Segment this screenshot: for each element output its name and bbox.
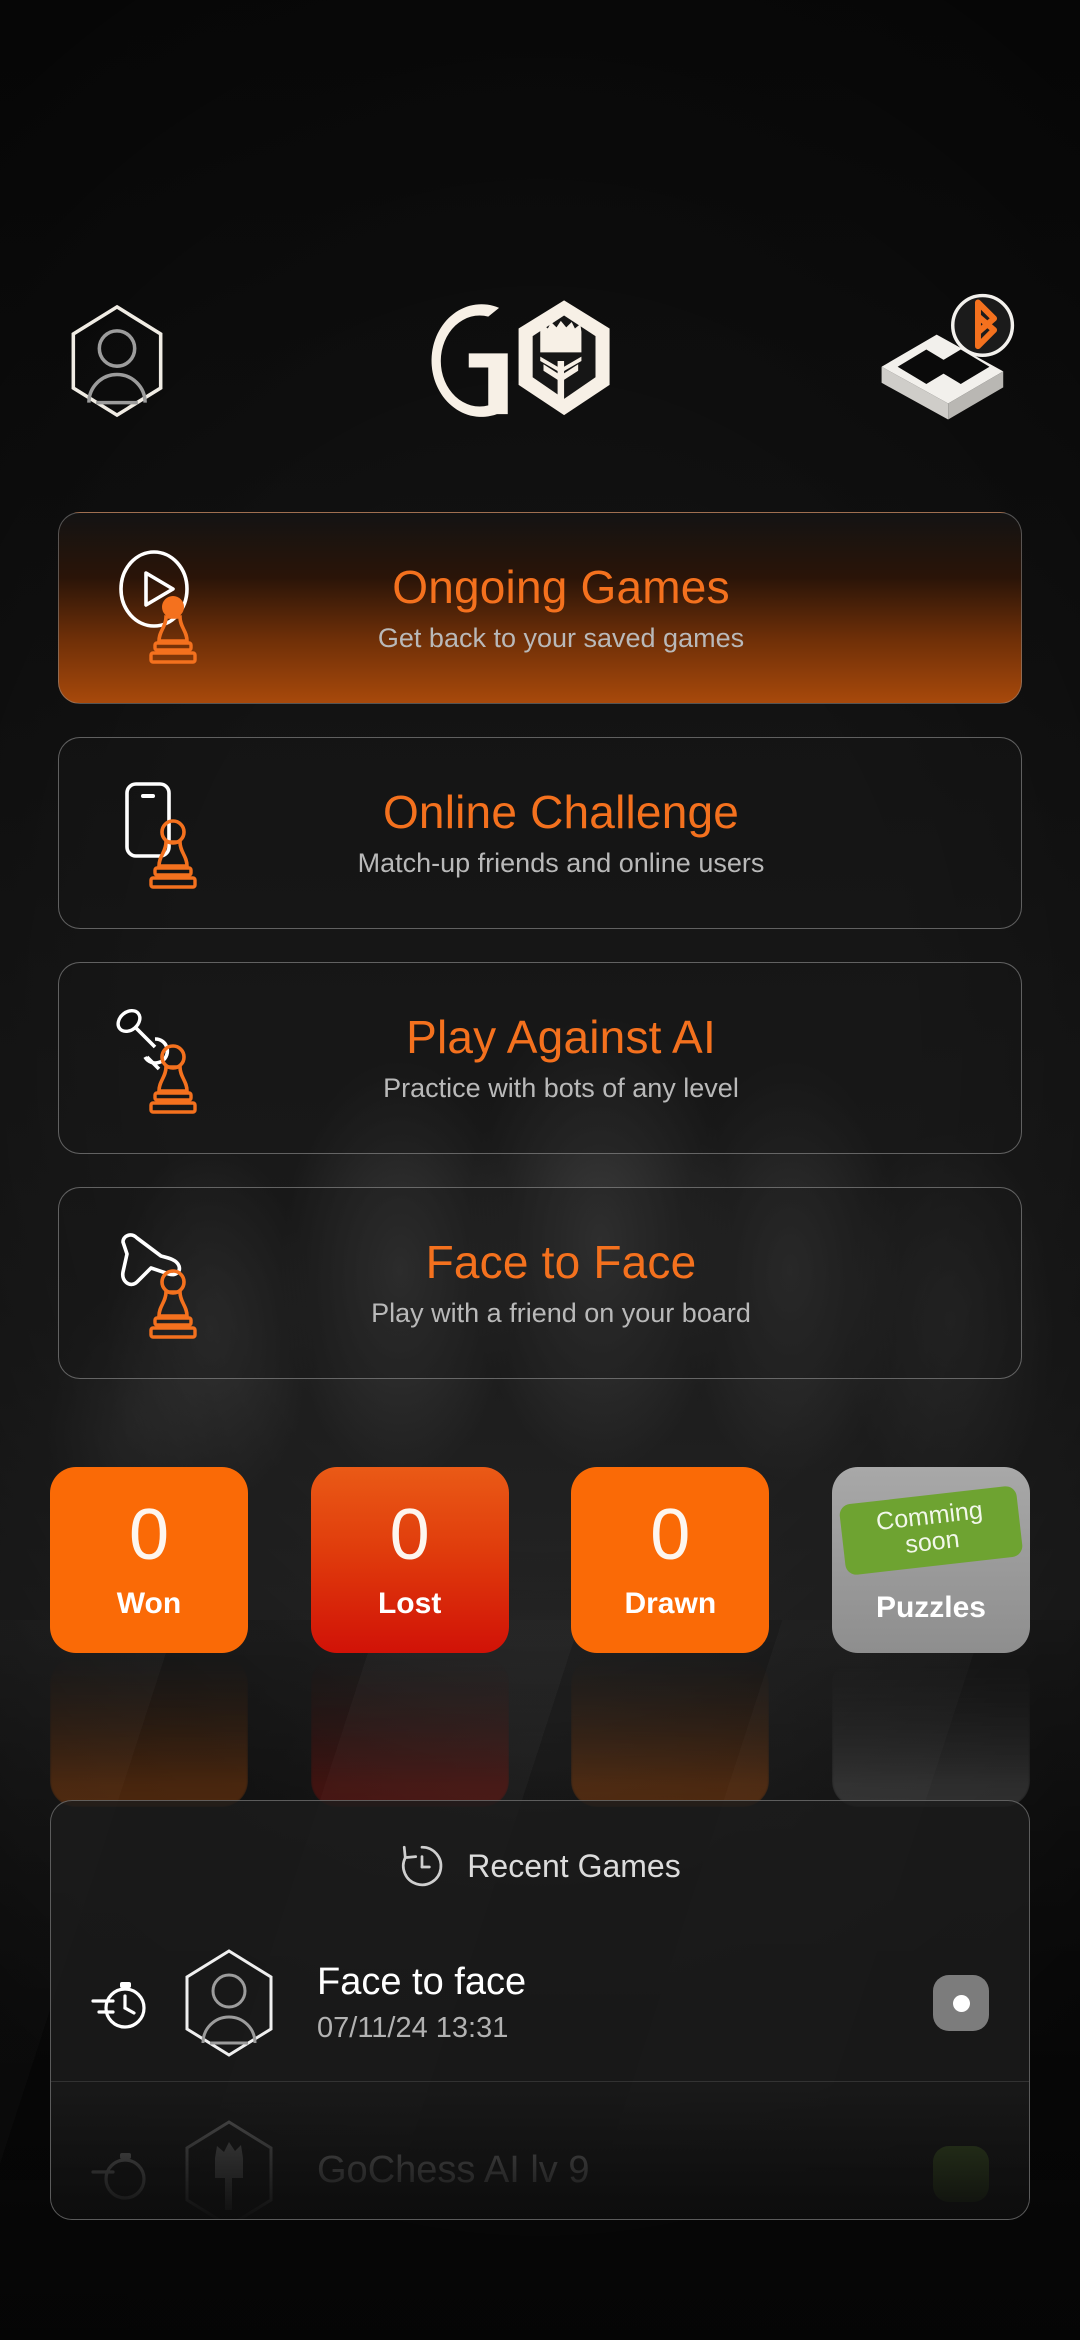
recent-game-date: 07/11/24 13:31 xyxy=(317,2012,509,2044)
bluetooth-chessboard-icon xyxy=(881,293,1015,420)
recent-game-row-1[interactable]: Face to face 07/11/24 13:31 xyxy=(51,1925,1029,2082)
stats-row: 0 Won 0 Lost 0 Drawn Comming soon Puzzle… xyxy=(50,1467,1030,1807)
stat-tile-lost[interactable]: 0 Lost xyxy=(310,1467,509,1653)
recent-game-status-badge[interactable] xyxy=(933,1975,989,2031)
recent-games-header: Recent Games xyxy=(51,1801,1029,1889)
card-title: Face to Face xyxy=(425,1236,697,1289)
stopwatch-icon xyxy=(89,2143,151,2205)
gochess-knight-icon xyxy=(177,2118,281,2219)
app-screen: Ongoing Games Get back to your saved gam… xyxy=(0,0,1080,2340)
card-subtitle: Match-up friends and online users xyxy=(357,847,765,878)
tile-reflection xyxy=(310,1657,509,1807)
card-play-against-ai[interactable]: Play Against AI Practice with bots of an… xyxy=(58,962,1022,1154)
card-title: Ongoing Games xyxy=(392,561,730,614)
stat-tile-drawn-wrap: 0 Drawn xyxy=(571,1467,770,1807)
stat-label: Won xyxy=(116,1587,182,1620)
card-title: Online Challenge xyxy=(382,786,740,839)
tile-reflection xyxy=(571,1657,770,1807)
stat-tile-won[interactable]: 0 Won xyxy=(50,1467,248,1653)
history-clock-icon xyxy=(402,1845,443,1887)
user-hexagon-icon xyxy=(177,1947,281,2059)
status-dot-icon xyxy=(952,1994,970,2012)
card-face-to-face[interactable]: Face to Face Play with a friend on your … xyxy=(58,1187,1022,1379)
recent-game-status-badge[interactable] xyxy=(933,2146,989,2202)
recent-game-info: Face to face 07/11/24 13:31 xyxy=(307,1961,907,2045)
stat-tile-lost-wrap: 0 Lost xyxy=(310,1467,509,1807)
stat-value: 0 xyxy=(389,1495,430,1575)
card-ongoing-games[interactable]: Ongoing Games Get back to your saved gam… xyxy=(58,512,1022,704)
app-header xyxy=(0,286,1080,436)
user-hexagon-icon xyxy=(71,304,163,418)
stopwatch-icon xyxy=(89,1972,151,2034)
recent-games-title: Recent Games xyxy=(467,1847,681,1884)
card-subtitle: Practice with bots of any level xyxy=(383,1072,739,1103)
gochess-logo-mark xyxy=(431,300,610,417)
stat-value: 0 xyxy=(128,1495,170,1575)
card-online-challenge[interactable]: Online Challenge Match-up friends and on… xyxy=(58,737,1022,929)
game-mode-cards: Ongoing Games Get back to your saved gam… xyxy=(58,512,1022,1412)
tile-reflection xyxy=(831,1657,1030,1807)
stat-value: 0 xyxy=(650,1495,691,1575)
recent-game-row-2[interactable]: GoChess AI lv 9 xyxy=(51,2096,1029,2219)
robot-arm-pawn-icon xyxy=(111,995,219,1121)
recent-games-panel: Recent Games Face to face 07/11/24 13:31… xyxy=(50,1800,1030,2220)
stat-tile-puzzles-wrap: Comming soon Puzzles xyxy=(831,1467,1030,1807)
stat-tile-won-wrap: 0 Won xyxy=(50,1467,248,1807)
recent-game-info: GoChess AI lv 9 xyxy=(307,2149,907,2200)
profile-avatar-button[interactable] xyxy=(58,295,176,427)
bluetooth-board-button[interactable] xyxy=(872,291,1022,431)
recent-game-name: Face to face xyxy=(317,1961,527,2003)
card-title: Play Against AI xyxy=(406,1011,716,1064)
stat-tile-puzzles[interactable]: Comming soon Puzzles xyxy=(831,1467,1030,1653)
recent-game-name: GoChess AI lv 9 xyxy=(317,2148,590,2191)
app-logo xyxy=(379,296,669,426)
card-subtitle: Get back to your saved games xyxy=(377,622,745,653)
coming-soon-badge: Comming soon xyxy=(838,1485,1024,1576)
card-subtitle: Play with a friend on your board xyxy=(371,1297,751,1328)
stat-label: Drawn xyxy=(624,1587,717,1620)
stat-label: Lost xyxy=(377,1587,442,1620)
phone-pawn-icon xyxy=(111,770,219,896)
pointing-hand-pawn-icon xyxy=(111,1220,219,1346)
stat-label: Puzzles xyxy=(875,1591,986,1624)
play-circle-pawn-icon xyxy=(111,545,219,671)
stat-tile-drawn[interactable]: 0 Drawn xyxy=(571,1467,770,1653)
tile-reflection xyxy=(50,1657,248,1807)
